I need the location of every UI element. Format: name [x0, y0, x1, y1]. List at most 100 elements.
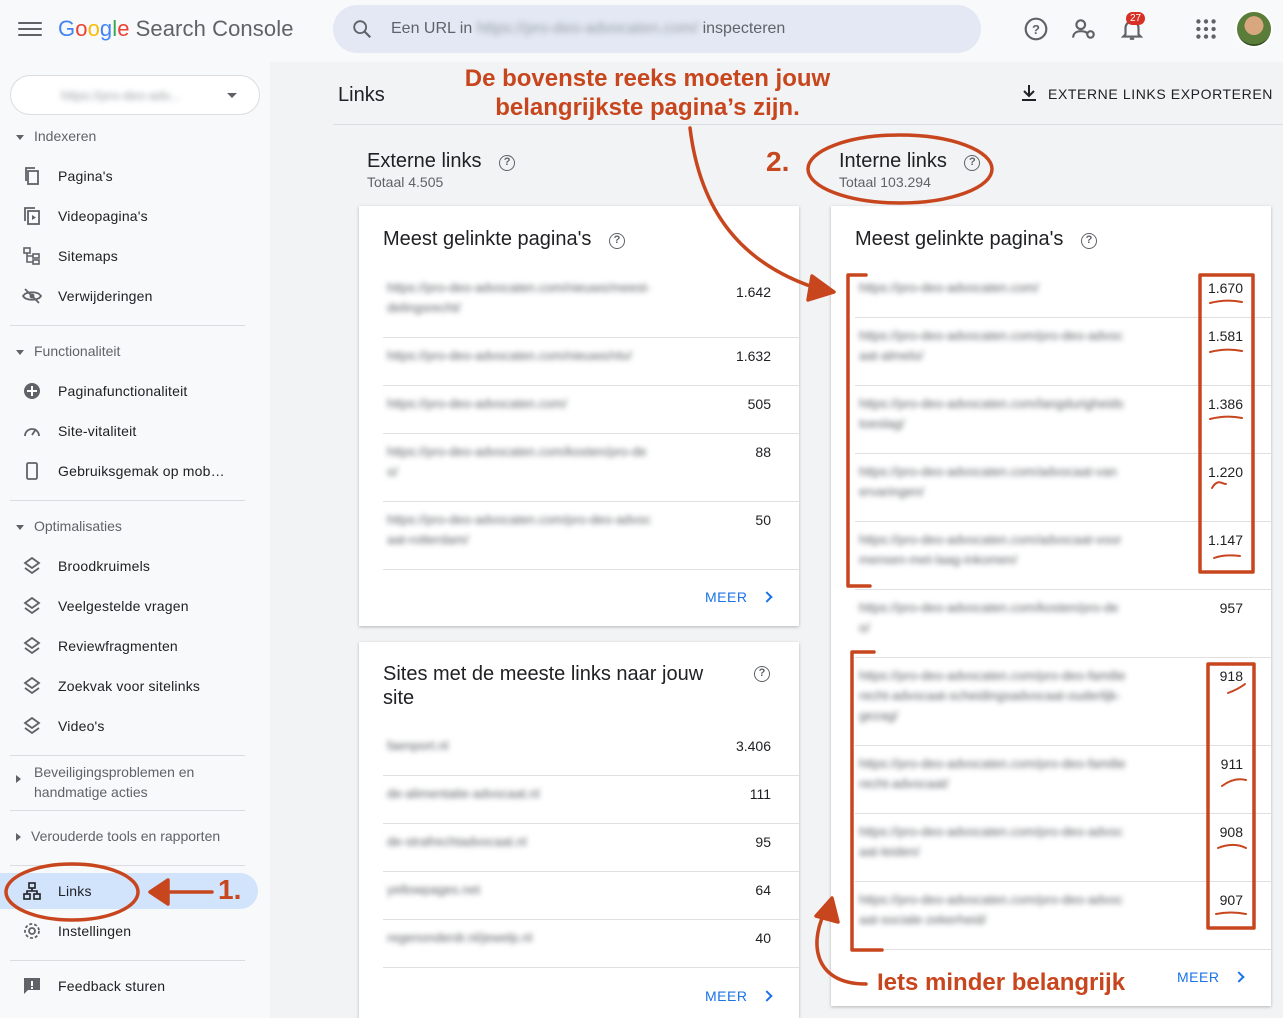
table-row[interactable]: yellowpages.net 64	[383, 872, 799, 920]
sidebar-item-sitemaps[interactable]: Sitemaps	[0, 238, 258, 274]
layers-icon	[23, 716, 41, 735]
sitemap-icon	[23, 247, 40, 265]
menu-icon[interactable]	[18, 18, 42, 42]
divider	[10, 325, 245, 326]
sidebar-item-settings[interactable]: Instellingen	[0, 913, 258, 949]
sidebar-item-pages[interactable]: Pagina's	[0, 158, 258, 194]
row-value: 95	[755, 834, 771, 850]
url-line: https://pro-deo-advocaten.com/	[387, 396, 567, 411]
external-links-heading: Externe links ?	[367, 150, 516, 173]
table-row[interactable]: https://pro-deo-advocaten.com/pro-deo-ad…	[855, 814, 1271, 882]
url-line: https://pro-deo-advocaten.com/kosten/pro…	[387, 444, 647, 459]
table-row[interactable]: https://pro-deo-advocaten.com/kosten/pro…	[383, 434, 799, 502]
row-url: https://pro-deo-advocaten.com/pro-deo-ad…	[387, 510, 677, 550]
sidebar-item-review-snippets[interactable]: Reviewfragmenten	[0, 628, 258, 664]
section-legacy-tools[interactable]: Verouderde tools en rapporten	[16, 828, 220, 844]
more-label: MEER	[705, 988, 748, 1004]
page-title: Links	[338, 84, 385, 106]
app-logo[interactable]: Google Search Console	[58, 16, 294, 42]
table-row[interactable]: https://pro-deo-advocaten.com/pro-deo-ad…	[855, 318, 1271, 386]
sidebar-item-label: Site-vitaliteit	[58, 423, 137, 439]
url-line: https://pro-deo-advocaten.com/kosten/pro…	[859, 600, 1119, 615]
sidebar-item-faq[interactable]: Veelgestelde vragen	[0, 588, 258, 624]
chevron-right-icon	[1233, 971, 1246, 983]
apps-grid-icon[interactable]	[1193, 16, 1219, 42]
table-row[interactable]: https://pro-deo-advocaten.com/505	[383, 386, 799, 434]
more-button[interactable]: MEER	[705, 988, 774, 1004]
avatar[interactable]	[1235, 10, 1273, 48]
export-external-links-button[interactable]: EXTERNE LINKS EXPORTEREN	[1022, 85, 1273, 102]
sidebar-item-feedback[interactable]: Feedback sturen	[0, 968, 258, 1004]
row-url: yellowpages.net	[387, 882, 481, 897]
table-row[interactable]: de-strafrechtadvocaat.nl 95	[383, 824, 799, 872]
internal-links-heading: Interne links ?	[839, 150, 981, 173]
section-security[interactable]: Beveiligingsproblemen en handmatige actie…	[16, 762, 194, 800]
more-button[interactable]: MEER	[1177, 969, 1246, 985]
section-functionaliteit[interactable]: Functionaliteit	[16, 343, 120, 359]
table-row[interactable]: https://pro-deo-advocaten.com/pro-deo-fa…	[855, 746, 1271, 814]
table-row[interactable]: https://pro-deo-advocaten.com/1.670	[855, 270, 1271, 318]
more-button[interactable]: MEER	[705, 589, 774, 605]
url-line: https://pro-deo-advocaten.com/advocaat-v…	[859, 532, 1122, 547]
layers-icon	[23, 676, 41, 695]
url-line: o/	[859, 620, 870, 635]
table-row[interactable]: https://pro-deo-advocaten.com/kosten/pro…	[855, 590, 1271, 658]
url-inspect-search[interactable]: Een URL in https://pro-deo-advocaten.com…	[333, 5, 981, 53]
row-value: 1.670	[1207, 280, 1243, 296]
url-line: toeslag/	[859, 416, 905, 431]
layers-icon	[23, 556, 41, 575]
sidebar-item-core-web-vitals[interactable]: Site-vitaliteit	[0, 413, 258, 449]
sidebar-item-label: Verwijderingen	[58, 288, 153, 304]
url-line: recht-advocaat-scheidingsadvocaat-ouderl…	[859, 688, 1121, 703]
row-url: https://pro-deo-advocaten.com/pro-deo-ad…	[859, 326, 1149, 366]
section-optimalisaties[interactable]: Optimalisaties	[16, 518, 122, 534]
help-icon[interactable]: ?	[608, 233, 625, 249]
section-indexeren[interactable]: Indexeren	[16, 128, 96, 144]
table-row[interactable]: https://pro-deo-advocaten.com/advocaat-v…	[855, 454, 1271, 522]
caret-down-icon	[16, 349, 24, 355]
table-row[interactable]: https://pro-deo-advocaten.com/advocaat-v…	[855, 522, 1271, 590]
help-icon[interactable]: ?	[1023, 16, 1049, 42]
logo-letter: o	[75, 16, 88, 41]
row-value: 907	[1219, 892, 1243, 908]
url-line: delingsrecht/	[387, 300, 461, 315]
table-row[interactable]: https://pro-deo-advocaten.com/pro-deo-ad…	[855, 882, 1271, 950]
caret-right-icon	[16, 833, 21, 842]
row-value: 908	[1219, 824, 1243, 840]
table-row[interactable]: https://pro-deo-advocaten.com/langdurigh…	[855, 386, 1271, 454]
property-selector[interactable]: https://pro-deo-adv...	[10, 75, 260, 115]
section-label: Verouderde tools en rapporten	[31, 828, 221, 844]
row-value: 50	[755, 512, 771, 528]
help-icon[interactable]: ?	[499, 155, 516, 171]
sidebar-item-label: Feedback sturen	[58, 978, 166, 994]
table-row[interactable]: regenonderdr.nl/jewelp.nl 40	[383, 920, 799, 968]
table-row[interactable]: faenport.nl 3.406	[383, 728, 799, 776]
user-settings-icon[interactable]	[1071, 16, 1097, 42]
sidebar-item-sitelinks-searchbox[interactable]: Zoekvak voor sitelinks	[0, 668, 258, 704]
internal-top-pages-card: Meest gelinkte pagina's ? https://pro-de…	[831, 206, 1271, 1006]
annotation-bottom: Iets minder belangrijk	[877, 969, 1126, 996]
table-row[interactable]: https://pro-deo-advocaten.com/nieuws/mee…	[383, 270, 799, 338]
table-row[interactable]: de-alimentatie-advocaat.nl 111	[383, 776, 799, 824]
row-value: 88	[755, 444, 771, 460]
row-value: 1.642	[735, 284, 771, 300]
table-row[interactable]: https://pro-deo-advocaten.com/pro-deo-ad…	[383, 502, 799, 570]
sidebar-item-removals[interactable]: Verwijderingen	[0, 278, 258, 314]
row-value: 3.406	[735, 738, 771, 754]
logo-letter: g	[99, 16, 113, 41]
sidebar-item-videopages[interactable]: Videopagina's	[0, 198, 258, 234]
card-title: Meest gelinkte pagina's ?	[383, 228, 625, 251]
help-icon[interactable]: ?	[964, 155, 981, 171]
table-row[interactable]: https://pro-deo-advocaten.com/nieuws/ntv…	[383, 338, 799, 386]
help-icon[interactable]: ?	[754, 666, 770, 682]
row-url: https://pro-deo-advocaten.com/pro-deo-ad…	[859, 890, 1149, 930]
sidebar-item-breadcrumbs[interactable]: Broodkruimels	[0, 548, 258, 584]
sidebar-item-mobile-usability[interactable]: Gebruiksgemak op mob…	[0, 453, 258, 489]
sidebar-item-videos[interactable]: Video's	[0, 708, 258, 744]
sidebar-item-label: Instellingen	[58, 923, 132, 939]
sidebar-item-page-experience[interactable]: Paginafunctionaliteit	[0, 373, 258, 409]
annotation-line: De bovenste reeks moeten jouw	[464, 65, 831, 92]
row-url: https://pro-deo-advocaten.com/langdurigh…	[859, 394, 1149, 434]
table-row[interactable]: https://pro-deo-advocaten.com/pro-deo-fa…	[855, 658, 1271, 746]
help-icon[interactable]: ?	[1080, 233, 1097, 249]
